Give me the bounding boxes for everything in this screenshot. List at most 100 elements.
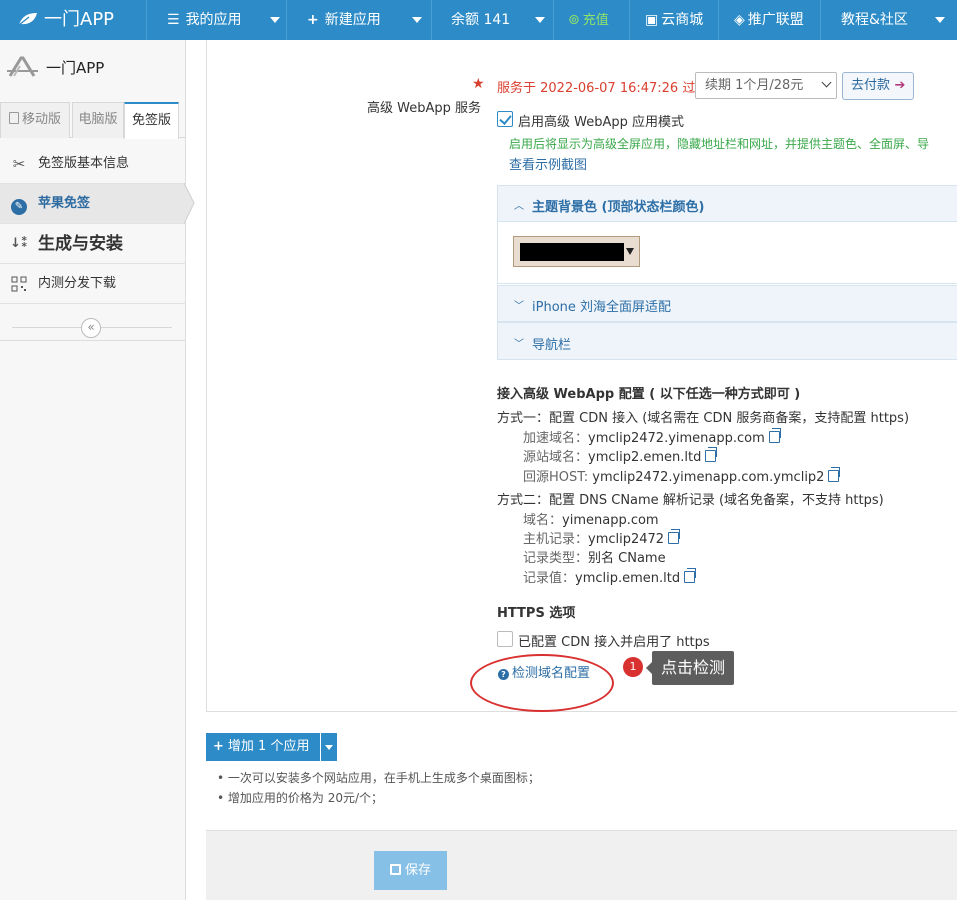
sidebar: 一门APP 移动版 电脑版 免签版 ✂ 免签版基本信息 ✎ 苹果免签 ↓⁑ 生成与安装… (0, 40, 195, 900)
nav-new-app[interactable]: + 新建应用 (286, 0, 431, 40)
click-detect-tooltip: 点击检测 (646, 651, 734, 685)
renew-select[interactable]: 续期 1个月/28元 (695, 72, 837, 99)
sidebar-item-label: 内测分发下载 (38, 276, 117, 291)
row-value: ymclip2472.yimenapp.com (588, 431, 765, 446)
https-section-title: HTTPS 选项 (497, 606, 576, 621)
sidebar-item-label: 苹果免签 (38, 196, 91, 211)
chevron-down-icon[interactable] (270, 17, 280, 23)
brand-logo[interactable]: 一门APP (0, 0, 146, 40)
add-app-button[interactable]: + 增加 1 个应用 (206, 733, 320, 761)
store-icon: ▣ (645, 12, 659, 28)
color-swatch (520, 243, 624, 261)
collapse-sidebar-button[interactable]: « (81, 318, 101, 338)
sort-icon: ↓⁑ (10, 236, 28, 251)
save-button[interactable]: 保存 (374, 851, 447, 890)
copy-icon[interactable] (684, 568, 697, 583)
plus-icon: + (213, 739, 224, 754)
enable-hint-text: 启用后将显示为高级全屏应用，隐藏地址栏和网址，并提供主题色、全面屏、导 (509, 137, 930, 151)
tab-mobile[interactable]: 移动版 (0, 102, 70, 138)
active-pointer-icon (184, 183, 195, 224)
sidebar-item-apple-signfree[interactable]: ✎ 苹果免签 (0, 183, 195, 224)
enable-webapp-label: 启用高级 WebApp 应用模式 (518, 115, 685, 130)
star-icon: ★ (472, 76, 485, 92)
sidebar-logo-text: 一门APP (46, 59, 105, 77)
chevron-down-icon: ﹀ (514, 339, 524, 350)
nav-balance[interactable]: 余额 141 (431, 0, 553, 40)
row-key: 加速域名： (523, 431, 589, 446)
nav-affiliate-label: 推广联盟 (747, 12, 804, 28)
brand-name: 一门APP (44, 9, 115, 30)
nav-affiliate[interactable]: ◈ 推广联盟 (718, 0, 820, 40)
renew-select-value: 续期 1个月/28元 (705, 78, 804, 93)
cdn-accel-domain-row: 加速域名：ymclip2472.yimenapp.com (523, 427, 781, 446)
double-chevron-left-icon: « (87, 320, 95, 334)
highlight-ellipse (470, 654, 614, 712)
dns-value-row: 记录值：ymclip.emen.ltd (523, 567, 697, 586)
row-value: ymclip2472.yimenapp.com.ymclip2 (592, 470, 825, 485)
tab-signfree[interactable]: 免签版 (124, 102, 179, 139)
leaf-icon (18, 13, 37, 26)
sidebar-item-build-install[interactable]: ↓⁑ 生成与安装 (0, 224, 186, 264)
copy-icon[interactable] (705, 447, 718, 462)
accordion-navbar-title: 导航栏 (532, 338, 572, 353)
chevron-down-icon (821, 77, 832, 88)
tab-desktop[interactable]: 电脑版 (72, 102, 124, 138)
sidebar-item-basic-info[interactable]: ✂ 免签版基本信息 (0, 144, 186, 184)
enable-webapp-checkbox[interactable] (497, 111, 513, 127)
row-key: 域名： (523, 513, 563, 528)
method2-title: 方式二：配置 DNS CName 解析记录 (域名免备案，不支持 https) (497, 493, 884, 508)
row-value: ymclip2.emen.ltd (588, 450, 702, 465)
footer-bar (206, 830, 957, 900)
method1-title: 方式一：配置 CDN 接入 (域名需在 CDN 服务商备案，支持配置 https… (497, 411, 910, 426)
copy-icon[interactable] (768, 428, 781, 443)
nav-recharge-label: 充值 (582, 13, 609, 28)
sidebar-item-beta-download[interactable]: 内测分发下载 (0, 264, 186, 304)
save-label: 保存 (404, 863, 431, 878)
nav-cloud-store-label: 云商城 (661, 12, 704, 28)
recharge-icon: ⊚ (568, 12, 580, 28)
https-enabled-checkbox[interactable] (497, 631, 513, 647)
chevron-down-icon[interactable] (535, 17, 545, 23)
floppy-icon (389, 864, 401, 875)
list-icon: ☰ (167, 12, 180, 28)
copy-icon[interactable] (668, 529, 681, 544)
accordion-iphone-title: iPhone 刘海全面屏适配 (532, 300, 672, 315)
accordion-theme-color[interactable]: ︿ 主题背景色 (顶部状态栏颜色) (497, 185, 957, 222)
row-key: 主机记录： (523, 532, 589, 547)
accordion-navbar[interactable]: ﹀ 导航栏 (497, 322, 957, 360)
nav-tutorial-label: 教程&社区 (841, 12, 908, 28)
chevron-down-icon[interactable] (935, 17, 945, 23)
sidebar-item-label: 免签版基本信息 (38, 156, 130, 171)
sidebar-item-label: 生成与安装 (38, 234, 123, 254)
plus-icon: + (307, 12, 319, 28)
cdn-origin-domain-row: 源站域名：ymclip2.emen.ltd (523, 446, 718, 465)
row-value: ymclip2472 (588, 532, 665, 547)
nav-new-app-label: 新建应用 (324, 12, 381, 28)
top-nav-bar: 一门APP ☰ 我的应用 + 新建应用 余额 141 ⊚ 充值 ▣ 云商城 ◈ 推广联盟 … (0, 0, 957, 40)
tab-signfree-label: 免签版 (131, 113, 171, 128)
compass-icon: ✎ (9, 184, 29, 224)
nav-cloud-store[interactable]: ▣ 云商城 (629, 0, 718, 40)
config-section-title: 接入高级 WebApp 配置 ( 以下任选一种方式即可 ) (497, 387, 801, 402)
row-value: ymclip.emen.ltd (575, 571, 681, 586)
row-key: 源站域名： (523, 450, 589, 465)
theme-color-picker[interactable] (513, 236, 640, 267)
pay-button-label: 去付款 (851, 78, 891, 93)
chevron-down-icon[interactable] (412, 17, 422, 23)
app-logo-icon (7, 56, 38, 77)
qrcode-icon (9, 264, 29, 307)
row-key: 回源HOST: (523, 470, 593, 485)
add-app-dropdown[interactable] (321, 733, 337, 761)
row-value: 别名 CName (588, 551, 666, 566)
view-screenshots-link[interactable]: 查看示例截图 (509, 154, 587, 173)
nav-recharge[interactable]: ⊚ 充值 (553, 0, 629, 40)
nav-my-apps-label: 我的应用 (185, 12, 242, 28)
pay-button[interactable]: 去付款 ➔ (842, 72, 914, 100)
nav-my-apps[interactable]: ☰ 我的应用 (146, 0, 286, 40)
chevron-down-icon: ﹀ (514, 301, 524, 312)
scissors-icon: ✂ (12, 155, 26, 173)
copy-icon[interactable] (828, 467, 841, 482)
nav-tutorial[interactable]: 教程&社区 (820, 0, 957, 40)
arrow-right-icon: ➔ (890, 78, 906, 93)
accordion-iphone-notch[interactable]: ﹀ iPhone 刘海全面屏适配 (497, 285, 957, 322)
